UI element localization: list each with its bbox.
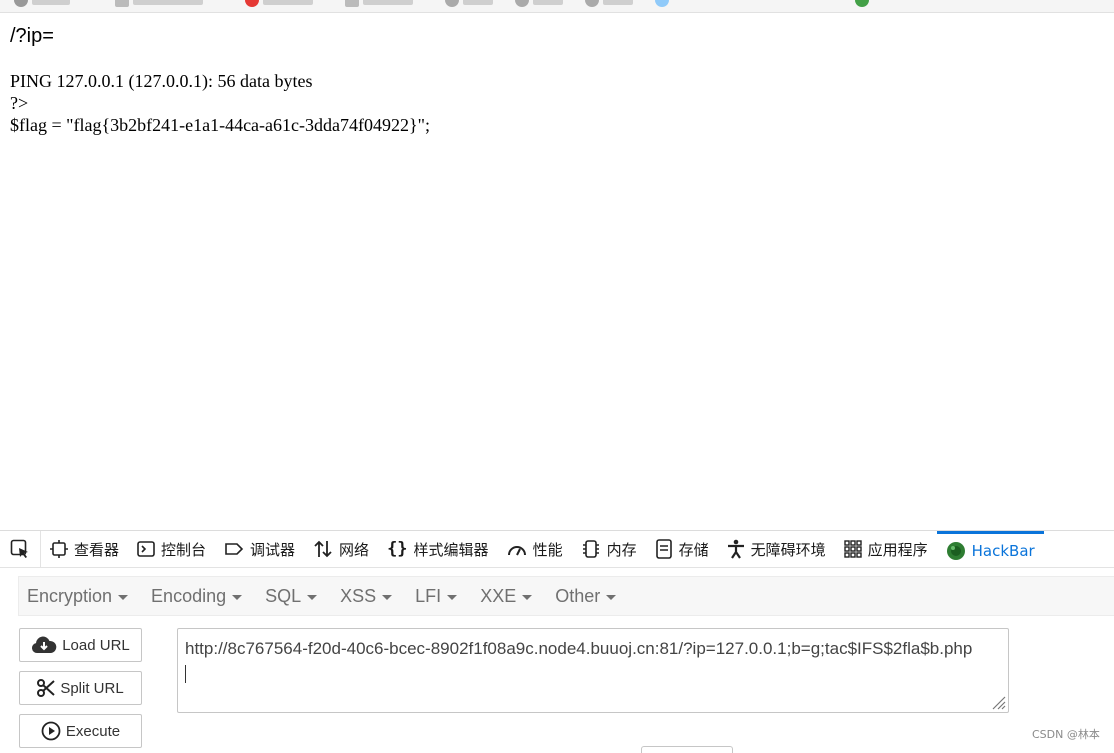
menu-encoding[interactable]: Encoding xyxy=(143,586,249,607)
caret-down-icon xyxy=(522,594,533,600)
tab-style-editor[interactable]: {} 样式编辑器 xyxy=(378,531,498,567)
tab-memory[interactable]: 内存 xyxy=(572,531,646,567)
tab-label: 调试器 xyxy=(250,540,296,559)
output-line: PING 127.0.0.1 (127.0.0.1): 56 data byte… xyxy=(10,71,313,91)
caret-down-icon xyxy=(118,594,129,600)
hackbar-icon xyxy=(946,541,965,560)
resize-handle-icon[interactable] xyxy=(990,694,1006,710)
tab-inspector[interactable]: 查看器 xyxy=(41,531,128,567)
text-cursor xyxy=(185,665,186,683)
menu-label: XXE xyxy=(480,585,517,606)
execute-button[interactable]: Execute xyxy=(19,714,142,748)
caret-down-icon xyxy=(447,594,458,600)
devtools-tab-bar: 查看器 控制台 调试器 网络 {} 样式编辑器 性能 内存 存储 无障碍环境 应… xyxy=(0,531,1114,568)
load-url-button[interactable]: Load URL xyxy=(19,628,142,662)
caret-down-icon xyxy=(307,594,318,600)
tab-label: HackBar xyxy=(971,541,1035,560)
menu-label: Other xyxy=(555,585,601,606)
menu-lfi[interactable]: LFI xyxy=(407,586,464,607)
url-textarea[interactable]: http://8c767564-f20d-40c6-bcec-8902f1f08… xyxy=(177,628,1009,713)
bookmark-item[interactable] xyxy=(855,0,869,8)
command-output: PING 127.0.0.1 (127.0.0.1): 56 data byte… xyxy=(10,70,430,136)
cloud-download-icon xyxy=(32,636,57,653)
bookmark-item[interactable] xyxy=(515,0,563,8)
button-label: Split URL xyxy=(60,679,124,697)
partial-control xyxy=(641,746,733,753)
caret-down-icon xyxy=(232,594,243,600)
tab-network[interactable]: 网络 xyxy=(304,531,378,567)
network-icon xyxy=(314,540,332,558)
button-label: Load URL xyxy=(62,636,130,654)
tab-label: 内存 xyxy=(606,540,637,559)
bookmark-item[interactable] xyxy=(345,0,413,8)
tab-label: 网络 xyxy=(339,540,370,559)
flag-output-line: $flag = "flag{3b2bf241-e1a1-44ca-a61c-3d… xyxy=(10,115,430,135)
debugger-icon xyxy=(225,543,244,555)
menu-sql[interactable]: SQL xyxy=(257,586,324,607)
button-label: Execute xyxy=(65,722,121,740)
bookmark-item[interactable] xyxy=(445,0,493,8)
page-path-text: /?ip= xyxy=(10,25,54,47)
caret-down-icon xyxy=(382,594,393,600)
application-icon xyxy=(843,540,862,558)
split-url-button[interactable]: Split URL xyxy=(19,671,142,705)
tab-label: 样式编辑器 xyxy=(413,540,489,559)
performance-icon xyxy=(507,546,526,556)
menu-label: LFI xyxy=(415,585,442,606)
tab-label: 无障碍环境 xyxy=(750,540,826,559)
play-icon xyxy=(41,721,61,741)
tab-hackbar[interactable]: HackBar xyxy=(936,531,1044,567)
caret-down-icon xyxy=(606,594,617,600)
bookmark-item[interactable] xyxy=(115,0,203,8)
tab-storage[interactable]: 存储 xyxy=(646,531,718,567)
menu-label: Encryption xyxy=(27,585,113,606)
tab-label: 性能 xyxy=(532,540,563,559)
style-editor-icon: {} xyxy=(387,539,408,559)
tab-label: 应用程序 xyxy=(867,540,928,559)
bookmark-item[interactable] xyxy=(245,0,313,8)
console-icon xyxy=(137,541,155,557)
bookmark-item[interactable] xyxy=(14,0,70,8)
memory-icon xyxy=(582,540,599,558)
menu-label: SQL xyxy=(265,585,302,606)
output-line: ?> xyxy=(10,93,29,113)
hackbar-menu-bar: Encryption Encoding SQL XSS LFI XXE Othe… xyxy=(18,576,1114,616)
bookmarks-bar xyxy=(0,0,1114,13)
menu-label: Encoding xyxy=(151,585,227,606)
tab-label: 查看器 xyxy=(74,540,120,559)
tab-application[interactable]: 应用程序 xyxy=(835,531,937,567)
tab-label: 存储 xyxy=(678,540,709,559)
scissors-icon xyxy=(37,679,55,697)
url-text: http://8c767564-f20d-40c6-bcec-8902f1f08… xyxy=(185,639,973,658)
accessibility-icon xyxy=(727,539,744,559)
menu-encryption[interactable]: Encryption xyxy=(19,586,135,607)
menu-xxe[interactable]: XXE xyxy=(472,586,539,607)
tab-accessibility[interactable]: 无障碍环境 xyxy=(718,531,835,567)
tab-label: 控制台 xyxy=(161,540,207,559)
menu-label: XSS xyxy=(340,585,377,606)
watermark: CSDN @林本 xyxy=(1032,728,1100,741)
storage-icon xyxy=(655,539,672,559)
tab-performance[interactable]: 性能 xyxy=(498,531,572,567)
element-picker-icon[interactable] xyxy=(0,531,41,567)
inspector-icon xyxy=(50,540,68,558)
bookmark-item[interactable] xyxy=(585,0,633,8)
tab-console[interactable]: 控制台 xyxy=(128,531,215,567)
tab-debugger[interactable]: 调试器 xyxy=(215,531,304,567)
menu-xss[interactable]: XSS xyxy=(332,586,399,607)
devtools-panel: 查看器 控制台 调试器 网络 {} 样式编辑器 性能 内存 存储 无障碍环境 应… xyxy=(0,530,1114,753)
menu-other[interactable]: Other xyxy=(547,586,623,607)
bookmark-item[interactable] xyxy=(655,0,669,8)
